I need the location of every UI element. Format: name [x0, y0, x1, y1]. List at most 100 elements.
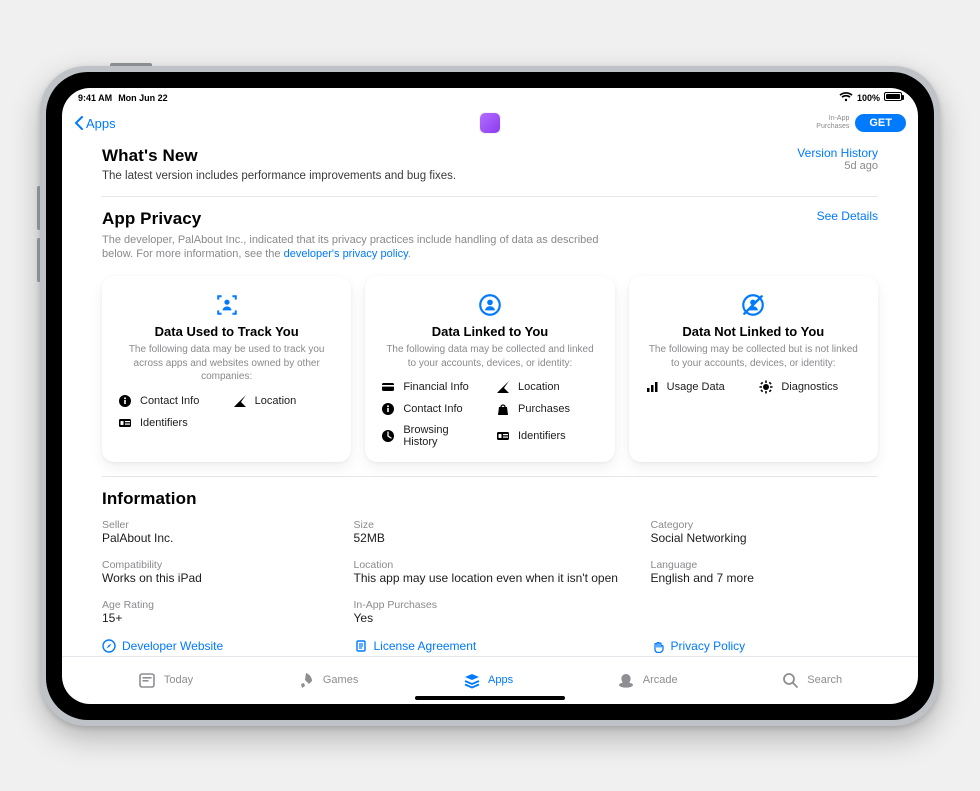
- divider: [102, 476, 878, 477]
- iap-label: In-App Purchases: [816, 115, 849, 130]
- gear-icon: [759, 380, 773, 394]
- tab-today[interactable]: Today: [138, 671, 193, 689]
- privacy-data-item: Contact Info: [118, 394, 221, 408]
- tab-label: Arcade: [643, 674, 678, 686]
- privacy-card-title: Data Not Linked to You: [645, 324, 862, 339]
- privacy-data-item: Location: [233, 394, 336, 408]
- arcade-icon: [617, 671, 635, 689]
- info-label: Compatibility: [102, 559, 330, 571]
- privacy-card-icon: [118, 292, 335, 318]
- id-icon: [118, 416, 132, 430]
- apps-icon: [462, 671, 480, 689]
- tab-games[interactable]: Games: [297, 671, 358, 689]
- info-label: Location: [354, 559, 627, 571]
- hand-icon: [651, 639, 665, 653]
- information-heading: Information: [102, 489, 878, 509]
- compass-icon: [102, 639, 116, 653]
- tab-search[interactable]: Search: [781, 671, 842, 689]
- privacy-data-item: Financial Info: [381, 380, 484, 394]
- whats-new-body: The latest version includes performance …: [102, 170, 456, 182]
- privacy-card-blurb: The following data may be used to track …: [118, 343, 335, 384]
- location-icon: [496, 380, 510, 394]
- battery-pct: 100%: [857, 93, 880, 103]
- info-value: Yes: [354, 611, 627, 625]
- privacy-card[interactable]: Data Used to Track You The following data…: [102, 276, 351, 462]
- battery-icon: [884, 92, 902, 103]
- info-item: In-App PurchasesYes: [354, 599, 627, 625]
- privacy-card-icon: [645, 292, 862, 318]
- today-icon: [138, 671, 156, 689]
- bars-icon: [645, 380, 659, 394]
- back-label: Apps: [86, 116, 116, 131]
- info-item: LanguageEnglish and 7 more: [651, 559, 879, 585]
- rocket-icon: [297, 671, 315, 689]
- privacy-data-item: Browsing History: [381, 424, 484, 448]
- info-label: Size: [354, 519, 627, 531]
- id-icon: [496, 429, 510, 443]
- status-date: Mon Jun 22: [118, 93, 168, 103]
- info-item: SellerPalAbout Inc.: [102, 519, 330, 545]
- info-label: In-App Purchases: [354, 599, 627, 611]
- back-button[interactable]: Apps: [74, 116, 116, 131]
- doc-icon: [354, 639, 368, 653]
- privacy-data-item: Identifiers: [118, 416, 221, 430]
- see-details-link[interactable]: See Details: [817, 209, 878, 223]
- tab-apps[interactable]: Apps: [462, 671, 513, 689]
- clock-icon: [381, 429, 395, 443]
- info-value: 52MB: [354, 531, 627, 545]
- info-item: CategorySocial Networking: [651, 519, 879, 545]
- info-value: English and 7 more: [651, 571, 879, 585]
- info-value: Works on this iPad: [102, 571, 330, 585]
- tab-label: Apps: [488, 674, 513, 686]
- version-history-link[interactable]: Version History: [797, 146, 878, 160]
- info-link[interactable]: License Agreement: [354, 639, 627, 653]
- wifi-icon: [839, 92, 853, 104]
- location-icon: [233, 394, 247, 408]
- ipad-frame: 9:41 AM Mon Jun 22 100% A: [40, 66, 940, 726]
- info-value: 15+: [102, 611, 330, 625]
- tab-label: Games: [323, 674, 358, 686]
- privacy-card-title: Data Linked to You: [381, 324, 598, 339]
- info-value: This app may use location even when it i…: [354, 571, 627, 585]
- info-icon: [118, 394, 132, 408]
- privacy-card[interactable]: Data Linked to You The following data may…: [365, 276, 614, 462]
- tab-arcade[interactable]: Arcade: [617, 671, 678, 689]
- home-indicator: [415, 696, 565, 700]
- privacy-card-blurb: The following data may be collected and …: [381, 343, 598, 370]
- info-item: [651, 599, 879, 625]
- card-icon: [381, 380, 395, 394]
- privacy-card[interactable]: Data Not Linked to You The following may …: [629, 276, 878, 462]
- info-label: Language: [651, 559, 879, 571]
- privacy-card-blurb: The following may be collected but is no…: [645, 343, 862, 370]
- info-link[interactable]: Developer Website: [102, 639, 330, 653]
- tab-label: Search: [807, 674, 842, 686]
- status-bar: 9:41 AM Mon Jun 22 100%: [62, 88, 918, 108]
- developer-privacy-policy-link[interactable]: developer's privacy policy: [284, 248, 408, 260]
- info-icon: [381, 402, 395, 416]
- info-value: PalAbout Inc.: [102, 531, 330, 545]
- status-time: 9:41 AM: [78, 93, 112, 103]
- get-button[interactable]: GET: [855, 114, 906, 132]
- divider: [102, 196, 878, 197]
- privacy-data-item: Contact Info: [381, 402, 484, 416]
- tab-label: Today: [164, 674, 193, 686]
- privacy-data-item: Usage Data: [645, 380, 748, 394]
- info-label: Category: [651, 519, 879, 531]
- search-icon: [781, 671, 799, 689]
- whats-new-age: 5d ago: [797, 160, 878, 172]
- privacy-data-item: Purchases: [496, 402, 599, 416]
- info-item: Age Rating15+: [102, 599, 330, 625]
- info-value: Social Networking: [651, 531, 879, 545]
- info-item: CompatibilityWorks on this iPad: [102, 559, 330, 585]
- info-link[interactable]: Privacy Policy: [651, 639, 879, 653]
- info-label: Seller: [102, 519, 330, 531]
- privacy-data-item: Identifiers: [496, 424, 599, 448]
- privacy-data-item: Diagnostics: [759, 380, 862, 394]
- info-item: Size52MB: [354, 519, 627, 545]
- app-icon: [480, 113, 500, 133]
- info-item: LocationThis app may use location even w…: [354, 559, 627, 585]
- privacy-card-icon: [381, 292, 598, 318]
- info-label: Age Rating: [102, 599, 330, 611]
- privacy-card-title: Data Used to Track You: [118, 324, 335, 339]
- privacy-data-item: Location: [496, 380, 599, 394]
